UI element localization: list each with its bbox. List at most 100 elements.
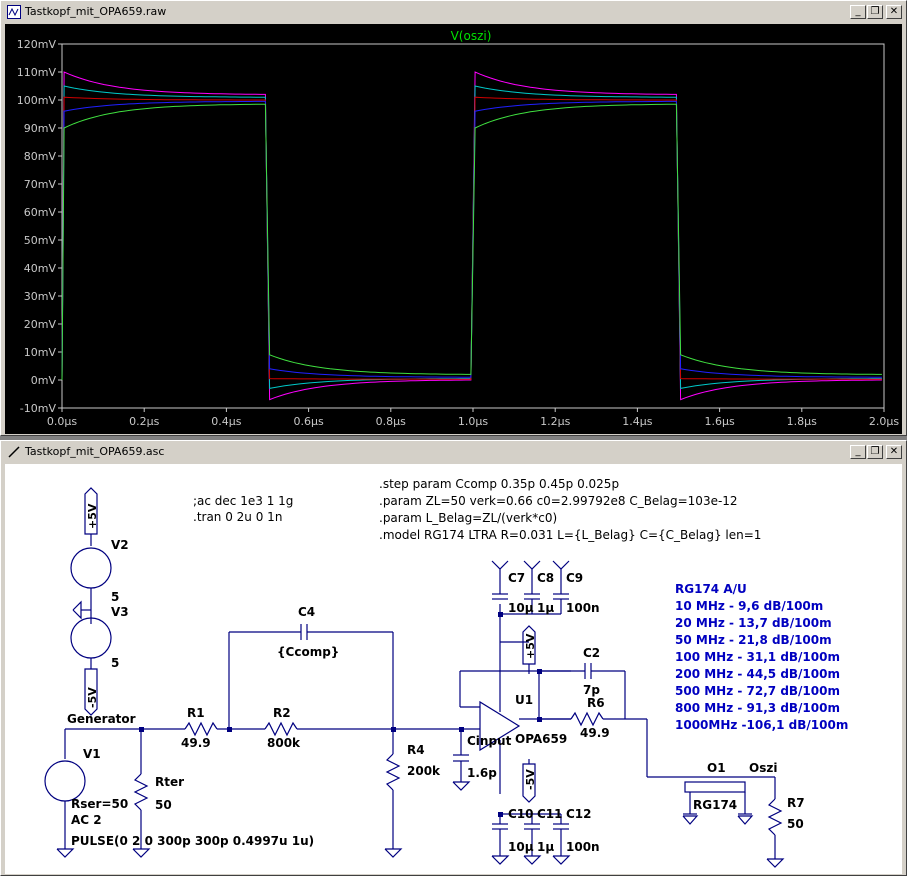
schematic-canvas[interactable]: +5V -5V +5V -5V V2 5 V3 5 Generator V1 R… [5,464,902,874]
v3-value[interactable]: 5 [111,656,119,670]
cinput-value[interactable]: 1.6p [467,766,497,780]
attenuation-row[interactable]: 10 MHz - 9,6 dB/100m [675,599,823,613]
attenuation-row[interactable]: RG174 A/U [675,582,747,596]
attenuation-row[interactable]: 50 MHz - 21,8 dB/100m [675,633,832,647]
neg5v-flag-left: -5V [86,687,99,708]
restore-icon[interactable]: ❐ [867,445,883,459]
attenuation-table: RG174 A/U 10 MHz - 9,6 dB/100m 20 MHz - … [675,582,848,732]
attenuation-row[interactable]: 1000MHz -106,1 dB/100m [675,718,848,732]
v1-label[interactable]: V1 [83,747,101,761]
r4-value[interactable]: 200k [407,764,441,778]
x-tick-label: 1.2µs [540,415,570,428]
c4-value[interactable]: {Ccomp} [277,645,339,659]
r6-value[interactable]: 49.9 [580,726,610,740]
x-tick-label: 1.4µs [622,415,652,428]
v3-label[interactable]: V3 [111,605,129,619]
minimize-icon[interactable]: _ [850,445,866,459]
directive-param2[interactable]: .param L_Belag=ZL/(verk*c0) [379,511,557,525]
c10-label[interactable]: C10 [508,807,534,821]
c12-label[interactable]: C12 [566,807,592,821]
attenuation-row[interactable]: 800 MHz - 91,3 dB/100m [675,701,840,715]
trace-label[interactable]: V(oszi) [451,29,492,43]
directive-step[interactable]: .step param Ccomp 0.35p 0.45p 0.025p [379,477,619,491]
v1-pulse[interactable]: PULSE(0 2 0 300p 300p 0.4997u 1u) [71,834,314,848]
r2-label[interactable]: R2 [273,706,291,720]
generator-label[interactable]: Generator [67,712,136,726]
plot-pane[interactable]: V(oszi) -10mV 0mV 10mV 20mV 30mV 40mV 50mV 60mV… [5,24,902,434]
o1-label[interactable]: O1 [707,761,726,775]
schematic-titlebar[interactable]: Tastkopf_mit_OPA659.asc _ ❐ ✕ [3,443,904,462]
y-tick-label: 0mV [31,374,57,387]
r1-value[interactable]: 49.9 [181,736,211,750]
c8-label[interactable]: C8 [537,571,554,585]
trace-series[interactable] [61,71,882,401]
waveform-plot[interactable]: V(oszi) -10mV 0mV 10mV 20mV 30mV 40mV 50mV 60mV… [5,24,902,434]
attenuation-row[interactable]: 500 MHz - 72,7 dB/100m [675,684,840,698]
c9-value[interactable]: 100n [566,601,600,615]
u1-model[interactable]: OPA659 [515,732,567,746]
r1-label[interactable]: R1 [187,706,205,720]
u1-label[interactable]: U1 [515,693,533,707]
y-tick-label: 110mV [17,66,57,79]
attenuation-row[interactable]: 100 MHz - 31,1 dB/100m [675,650,840,664]
v2-value[interactable]: 5 [111,590,119,604]
r7-label[interactable]: R7 [787,796,805,810]
c7-value[interactable]: 10µ [508,601,534,615]
close-icon[interactable]: ✕ [886,5,902,19]
c10-value[interactable]: 10µ [508,840,534,854]
cinput-label[interactable]: Cinput [467,734,512,748]
c4-label[interactable]: C4 [298,605,315,619]
directive-tran[interactable]: .tran 0 2u 0 1n [193,510,282,524]
y-tick-label: 60mV [24,206,57,219]
c11-value[interactable]: 1µ [537,840,554,854]
v1-rser[interactable]: Rser=50 [71,797,128,811]
y-tick-label: 100mV [17,94,57,107]
oszi-label[interactable]: Oszi [749,761,777,775]
schematic-window[interactable]: Tastkopf_mit_OPA659.asc _ ❐ ✕ +5V -5V +5… [0,440,907,876]
plot-window[interactable]: Tastkopf_mit_OPA659.raw _ ❐ ✕ V(oszi) -1… [0,0,907,436]
directive-ac[interactable]: ;ac dec 1e3 1 1g [193,494,293,508]
close-icon[interactable]: ✕ [886,445,902,459]
waveform-icon [7,5,21,19]
y-tick-label: 90mV [24,122,57,135]
x-tick-label: 0.8µs [376,415,406,428]
minimize-icon[interactable]: _ [850,5,866,19]
c2-label[interactable]: C2 [583,646,600,660]
x-tick-label: 0.4µs [211,415,241,428]
c7-label[interactable]: C7 [508,571,525,585]
r4-label[interactable]: R4 [407,743,425,757]
trace-series[interactable] [61,103,882,381]
rter-label[interactable]: Rter [155,775,184,789]
neg5v-flag-opamp: -5V [524,769,537,790]
c8-value[interactable]: 1µ [537,601,554,615]
r2-value[interactable]: 800k [267,736,301,750]
trace-series[interactable] [61,85,882,389]
x-tick-label: 1.0µs [458,415,488,428]
c11-label[interactable]: C11 [537,807,563,821]
c9-label[interactable]: C9 [566,571,583,585]
directives: ;ac dec 1e3 1 1g .tran 0 2u 0 1n .step p… [193,477,761,542]
directive-param1[interactable]: .param ZL=50 verk=0.66 c0=2.99792e8 C_Be… [379,494,738,508]
v1-ac[interactable]: AC 2 [71,813,102,827]
restore-icon[interactable]: ❐ [867,5,883,19]
x-tick-label: 0.6µs [293,415,323,428]
c12-value[interactable]: 100n [566,840,600,854]
pos5v-flag-opamp: +5V [524,633,537,659]
y-tick-label: 120mV [17,38,57,51]
c2-value[interactable]: 7p [583,683,600,697]
v2-label[interactable]: V2 [111,538,129,552]
plot-titlebar[interactable]: Tastkopf_mit_OPA659.raw _ ❐ ✕ [3,3,904,22]
x-tick-label: 0.2µs [129,415,159,428]
directive-model[interactable]: .model RG174 LTRA R=0.031 L={L_Belag} C=… [379,528,761,542]
y-tick-label: 80mV [24,150,57,163]
attenuation-row[interactable]: 200 MHz - 44,5 dB/100m [675,667,840,681]
attenuation-row[interactable]: 20 MHz - 13,7 dB/100m [675,616,832,630]
y-tick-label: 30mV [24,290,57,303]
rter-value[interactable]: 50 [155,798,172,812]
pos5v-flag-top: +5V [86,503,99,529]
r7-value[interactable]: 50 [787,817,804,831]
x-tick-label: 1.6µs [704,415,734,428]
y-tick-label: 20mV [24,318,57,331]
o1-model[interactable]: RG174 [693,798,737,812]
r6-label[interactable]: R6 [587,696,605,710]
